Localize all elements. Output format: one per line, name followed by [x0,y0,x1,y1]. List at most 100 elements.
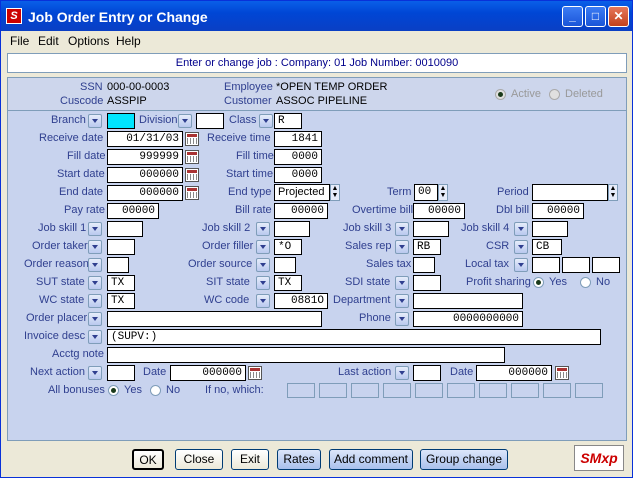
invoice-desc-dropdown[interactable] [88,330,102,344]
bill-rate-field[interactable]: 00000 [274,203,328,219]
all-bonuses-no-radio[interactable] [150,385,161,396]
order-placer-dropdown[interactable] [88,312,102,326]
bonus-box[interactable] [543,383,571,398]
job-skill-4-dropdown[interactable] [514,222,528,236]
pay-rate-field[interactable]: 00000 [107,203,159,219]
period-field[interactable] [532,184,608,201]
bonus-box[interactable] [575,383,603,398]
profit-sharing-yes-radio[interactable] [533,277,544,288]
term-field[interactable]: 00 [414,184,438,201]
invoice-desc-field[interactable]: (SUPV:) [107,329,601,345]
add-comment-button[interactable]: Add comment [329,449,413,470]
job-skill-1-field[interactable] [107,221,143,237]
bonus-box[interactable] [319,383,347,398]
menu-options[interactable]: Options [68,34,109,48]
local-tax-dropdown[interactable] [514,258,528,272]
order-source-field[interactable] [274,257,296,273]
term-spinner[interactable]: ▲ ▼ [438,184,448,201]
next-action-date-field[interactable]: 000000 [170,365,246,381]
end-type-field[interactable]: Projected [274,184,330,201]
branch-dropdown[interactable] [88,114,102,128]
wc-state-dropdown[interactable] [88,294,102,308]
branch-field[interactable] [107,113,135,129]
fill-time-field[interactable]: 0000 [274,149,322,165]
order-reason-field[interactable] [107,257,129,273]
sit-state-field[interactable]: TX [274,275,302,291]
minimize-button[interactable]: _ [562,6,583,27]
bonus-box[interactable] [511,383,539,398]
maximize-button[interactable]: □ [585,6,606,27]
close-window-button[interactable]: ✕ [608,6,629,27]
last-action-field[interactable] [413,365,441,381]
start-date-calendar-icon[interactable] [185,168,199,182]
division-dropdown[interactable] [178,114,192,128]
csr-dropdown[interactable] [514,240,528,254]
wc-code-field[interactable]: 0881O [274,293,328,309]
sdi-state-field[interactable] [413,275,441,291]
job-skill-3-field[interactable] [413,221,449,237]
order-taker-field[interactable] [107,239,135,255]
exit-button[interactable]: Exit [231,449,269,470]
rates-button[interactable]: Rates [277,449,321,470]
receive-time-field[interactable]: 1841 [274,131,322,147]
sut-state-dropdown[interactable] [88,276,102,290]
local-tax-field-1[interactable] [532,257,560,273]
order-filler-field[interactable]: *O [274,239,302,255]
class-dropdown[interactable] [259,114,273,128]
order-taker-dropdown[interactable] [88,240,102,254]
order-reason-dropdown[interactable] [88,258,102,272]
department-dropdown[interactable] [395,294,409,308]
bonus-box[interactable] [447,383,475,398]
receive-date-calendar-icon[interactable] [185,132,199,146]
bonus-box[interactable] [479,383,507,398]
last-action-dropdown[interactable] [395,366,409,380]
last-action-date-field[interactable]: 000000 [476,365,552,381]
local-tax-field-3[interactable] [592,257,620,273]
period-spinner[interactable]: ▲ ▼ [608,184,618,201]
end-type-spinner[interactable]: ▲ ▼ [330,184,340,201]
phone-dropdown[interactable] [395,312,409,326]
overtime-bill-field[interactable]: 00000 [413,203,465,219]
profit-sharing-no-radio[interactable] [580,277,591,288]
bonus-box[interactable] [415,383,443,398]
next-action-dropdown[interactable] [88,366,102,380]
fill-date-calendar-icon[interactable] [185,150,199,164]
app-logo-icon[interactable]: S [6,8,22,24]
job-skill-2-field[interactable] [274,221,310,237]
start-time-field[interactable]: 0000 [274,167,322,183]
job-skill-1-dropdown[interactable] [88,222,102,236]
bonus-box[interactable] [287,383,315,398]
last-action-calendar-icon[interactable] [555,366,569,380]
next-action-calendar-icon[interactable] [248,366,262,380]
order-placer-field[interactable] [107,311,322,327]
class-field[interactable]: R [274,113,302,129]
phone-field[interactable]: 0000000000 [413,311,523,327]
all-bonuses-yes-radio[interactable] [108,385,119,396]
acctg-note-field[interactable] [107,347,505,363]
wc-state-field[interactable]: TX [107,293,135,309]
fill-date-field[interactable]: 999999 [107,149,183,165]
end-date-calendar-icon[interactable] [185,186,199,200]
menu-file[interactable]: File [10,34,29,48]
sales-rep-field[interactable]: RB [413,239,441,255]
ok-button[interactable]: OK [132,449,164,470]
local-tax-field-2[interactable] [562,257,590,273]
job-skill-3-dropdown[interactable] [395,222,409,236]
receive-date-field[interactable]: 01/31/03 [107,131,183,147]
department-field[interactable] [413,293,523,309]
sales-rep-dropdown[interactable] [395,240,409,254]
order-filler-dropdown[interactable] [256,240,270,254]
sut-state-field[interactable]: TX [107,275,135,291]
job-skill-2-dropdown[interactable] [256,222,270,236]
sit-state-dropdown[interactable] [256,276,270,290]
wc-code-dropdown[interactable] [256,294,270,308]
order-source-dropdown[interactable] [256,258,270,272]
end-date-field[interactable]: 000000 [107,185,183,201]
sdi-state-dropdown[interactable] [395,276,409,290]
next-action-field[interactable] [107,365,135,381]
menu-edit[interactable]: Edit [38,34,59,48]
start-date-field[interactable]: 000000 [107,167,183,183]
job-skill-4-field[interactable] [532,221,568,237]
dbl-bill-field[interactable]: 00000 [532,203,584,219]
division-field[interactable] [196,113,224,129]
